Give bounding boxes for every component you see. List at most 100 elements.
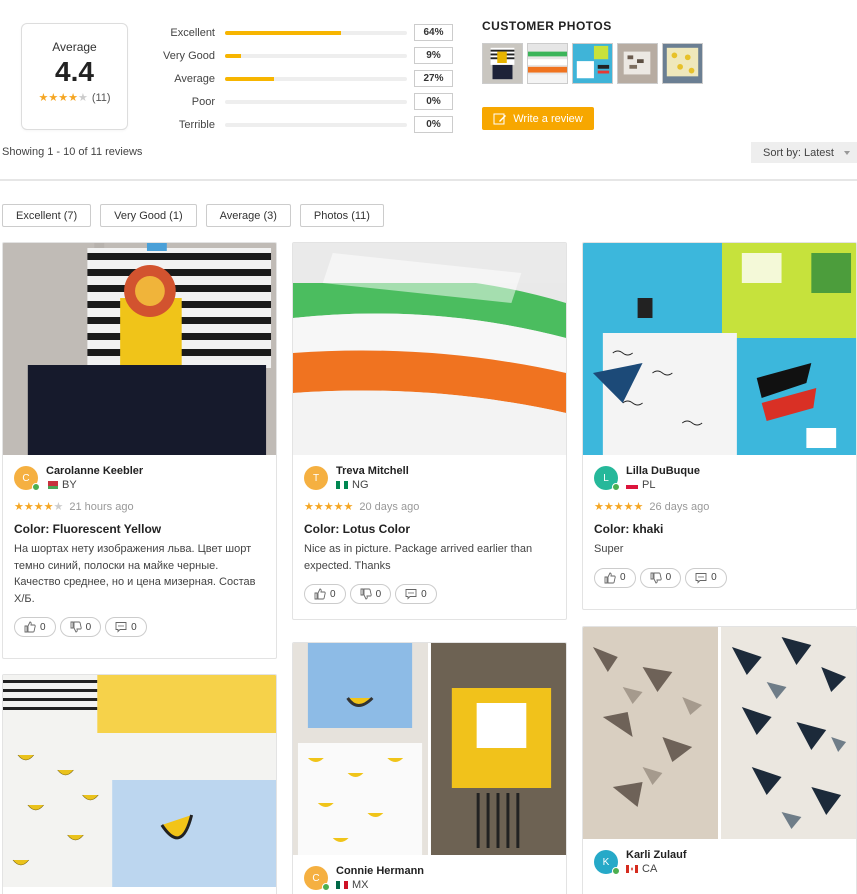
online-indicator xyxy=(612,483,620,491)
thumbs-down-icon xyxy=(650,572,662,583)
write-review-button[interactable]: Write a review xyxy=(482,107,594,130)
thumbs-up-icon xyxy=(314,588,326,600)
reviewer-name[interactable]: Connie Hermann xyxy=(336,865,424,877)
avatar: K xyxy=(594,850,620,875)
reviewer-name[interactable]: Karli Zulauf xyxy=(626,849,687,861)
not-helpful-button[interactable]: 0 xyxy=(349,584,392,604)
customer-photo-thumb[interactable] xyxy=(572,43,613,84)
review-variant: Color: khaki xyxy=(594,522,664,536)
average-label: Average xyxy=(52,40,97,54)
review-stars: ★ ★ ★ ★ ★ xyxy=(304,500,354,513)
dist-bar-fill xyxy=(225,76,275,81)
write-review-label: Write a review xyxy=(513,112,583,125)
dist-label: Very Good xyxy=(163,49,215,62)
dist-label: Average xyxy=(174,72,215,85)
dist-bar-fill xyxy=(225,53,242,58)
filter-very-good[interactable]: Very Good (1) xyxy=(100,204,197,227)
average-stars: ★ ★ ★ ★ ★ xyxy=(38,91,87,104)
dist-label: Excellent xyxy=(170,26,215,39)
dist-row-excellent[interactable]: Excellent 64% xyxy=(150,21,460,44)
dist-row-very-good[interactable]: Very Good 9% xyxy=(150,44,460,67)
flag-mx-icon xyxy=(336,881,348,889)
review-card: C Connie Hermann MX xyxy=(292,642,567,894)
dist-bar xyxy=(225,53,407,58)
star-icon: ★ xyxy=(38,91,49,104)
dist-row-poor[interactable]: Poor 0% xyxy=(150,90,460,113)
thumbs-up-icon xyxy=(604,572,616,583)
dist-percent: 9% xyxy=(414,47,453,64)
comment-count: 0 xyxy=(711,572,717,583)
review-card: L Lilla DuBuque PL ★ ★ ★ ★ ★ 26 days ago Col… xyxy=(582,242,857,610)
dist-bar xyxy=(225,30,407,35)
review-card: K Karli Zulauf CA xyxy=(582,626,857,894)
star-icon: ★ xyxy=(33,500,44,513)
reviewer-country: NG xyxy=(352,479,369,491)
helpful-button[interactable]: 0 xyxy=(14,617,56,637)
star-icon: ★ xyxy=(313,500,324,513)
review-filters: Excellent (7) Very Good (1) Average (3) … xyxy=(2,204,384,227)
review-photo[interactable] xyxy=(583,243,856,455)
dist-percent: 27% xyxy=(414,70,453,87)
reviewer-name[interactable]: Treva Mitchell xyxy=(336,465,409,477)
comment-count: 0 xyxy=(421,588,427,600)
comment-button[interactable]: 0 xyxy=(105,617,147,637)
filter-photos[interactable]: Photos (11) xyxy=(299,204,384,227)
sort-dropdown[interactable]: Sort by: Latest xyxy=(751,142,857,163)
star-icon: ★ xyxy=(623,500,634,513)
customer-photo-thumb[interactable] xyxy=(617,43,658,84)
not-helpful-count: 0 xyxy=(665,572,672,583)
not-helpful-button[interactable]: 0 xyxy=(59,617,102,637)
star-icon: ★ xyxy=(58,91,69,104)
flag-pl-icon xyxy=(626,481,638,489)
review-count: (11) xyxy=(91,92,111,104)
average-value: 4.4 xyxy=(55,56,94,87)
flag-ca-icon xyxy=(626,865,638,873)
review-variant: Color: Lotus Color xyxy=(304,522,410,536)
filter-average[interactable]: Average (3) xyxy=(205,204,291,227)
review-photo[interactable] xyxy=(293,643,566,855)
review-stars: ★ ★ ★ ★ ★ xyxy=(14,500,63,513)
reviewer-country: PL xyxy=(642,479,656,491)
helpful-button[interactable]: 0 xyxy=(304,584,346,604)
customer-photo-thumb[interactable] xyxy=(662,43,703,84)
avatar-letter: K xyxy=(602,856,610,868)
helpful-button[interactable]: 0 xyxy=(594,567,636,588)
review-text: Super xyxy=(594,543,624,555)
thumbs-down-icon xyxy=(70,621,82,633)
customer-photos-title: CUSTOMER PHOTOS xyxy=(482,19,612,33)
reviewer-name[interactable]: Carolanne Keebler xyxy=(46,465,143,477)
comment-icon xyxy=(695,572,707,584)
star-icon: ★ xyxy=(48,91,59,104)
online-indicator xyxy=(322,883,330,891)
comment-icon xyxy=(405,589,417,600)
sort-label: Sort by: Latest xyxy=(763,146,834,159)
dist-percent: 0% xyxy=(414,93,453,110)
star-icon: ★ xyxy=(594,500,604,513)
review-photo[interactable] xyxy=(293,243,566,455)
showing-count: Showing 1 - 10 of 11 reviews xyxy=(2,146,143,158)
flag-by-icon xyxy=(46,481,58,489)
review-photo[interactable] xyxy=(583,627,856,839)
customer-photo-thumb[interactable] xyxy=(527,43,568,84)
filter-excellent[interactable]: Excellent (7) xyxy=(2,204,92,227)
not-helpful-button[interactable]: 0 xyxy=(639,567,682,588)
comment-button[interactable]: 0 xyxy=(685,567,727,588)
reviewer-country: MX xyxy=(352,879,369,891)
avatar-letter: C xyxy=(22,472,30,484)
review-time: 21 hours ago xyxy=(69,501,134,513)
review-photo[interactable] xyxy=(3,675,276,887)
star-icon: ★ xyxy=(603,500,614,513)
online-indicator xyxy=(612,867,620,875)
reviewer-name[interactable]: Lilla DuBuque xyxy=(626,465,700,477)
star-icon: ★ xyxy=(343,500,354,513)
review-photo[interactable] xyxy=(3,243,276,455)
review-card: C Carolanne Keebler BY ★ ★ ★ ★ ★ 21 hours ag… xyxy=(2,242,277,659)
thumbs-down-icon xyxy=(360,588,372,600)
dist-bar-fill xyxy=(225,30,342,35)
star-icon: ★ xyxy=(333,500,344,513)
dist-row-average[interactable]: Average 27% xyxy=(150,67,460,90)
dist-row-terrible[interactable]: Terrible 0% xyxy=(150,113,460,136)
star-icon: ★ xyxy=(68,91,78,104)
customer-photo-thumb[interactable] xyxy=(482,43,523,84)
comment-button[interactable]: 0 xyxy=(395,584,437,604)
